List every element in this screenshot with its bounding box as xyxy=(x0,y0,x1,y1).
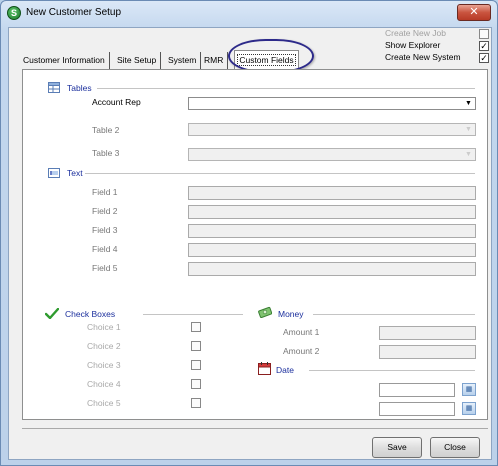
tables-divider xyxy=(97,88,475,89)
choice-1-label: Choice 1 xyxy=(87,322,121,332)
show-explorer-checkbox[interactable]: ✓ xyxy=(479,41,489,51)
date-1-input[interactable] xyxy=(379,383,455,397)
tab-rmr[interactable]: RMR xyxy=(200,52,229,69)
table-3-label: Table 3 xyxy=(92,148,120,158)
date-section-title: Date xyxy=(276,365,294,375)
tab-system[interactable]: System xyxy=(164,52,202,69)
textbox-icon xyxy=(48,168,60,180)
choice-2-checkbox[interactable] xyxy=(191,341,201,351)
close-window-button[interactable]: ✕ xyxy=(457,4,491,21)
money-icon xyxy=(258,306,273,320)
field-5-label: Field 5 xyxy=(92,263,118,273)
amount-2-label: Amount 2 xyxy=(283,346,320,356)
choice-4-label: Choice 4 xyxy=(87,379,121,389)
date-divider xyxy=(309,370,475,371)
dialog-client-area: Create New Job Show Explorer ✓ Create Ne… xyxy=(8,27,492,460)
choice-3-label: Choice 3 xyxy=(87,360,121,370)
choice-1-checkbox[interactable] xyxy=(191,322,201,332)
chevron-down-icon: ▼ xyxy=(465,126,472,133)
field-3-input[interactable] xyxy=(188,224,476,238)
date-2-picker-button[interactable]: ▦ xyxy=(462,402,476,415)
window-title: New Customer Setup xyxy=(26,7,122,18)
text-divider xyxy=(85,173,475,174)
custom-fields-panel: Tables Account Rep ▼ Table 2 ▼ Table 3 ▼ xyxy=(22,69,488,420)
calendar-icon xyxy=(258,362,271,377)
field-5-input[interactable] xyxy=(188,262,476,276)
check-boxes-divider xyxy=(143,314,243,315)
field-4-input[interactable] xyxy=(188,243,476,257)
money-divider xyxy=(313,314,475,315)
money-section-title: Money xyxy=(278,309,304,319)
close-button[interactable]: Close xyxy=(430,437,480,458)
footer-divider xyxy=(22,428,488,429)
choice-5-checkbox[interactable] xyxy=(191,398,201,408)
field-2-input[interactable] xyxy=(188,205,476,219)
date-2-input[interactable] xyxy=(379,402,455,416)
show-explorer-label: Show Explorer xyxy=(385,40,441,50)
choice-5-label: Choice 5 xyxy=(87,398,121,408)
field-2-label: Field 2 xyxy=(92,206,118,216)
tab-highlight-annotation xyxy=(228,39,314,73)
account-rep-label: Account Rep xyxy=(92,97,141,107)
choice-2-label: Choice 2 xyxy=(87,341,121,351)
check-boxes-section-title: Check Boxes xyxy=(65,309,116,319)
chevron-down-icon: ▼ xyxy=(465,100,472,107)
tab-customer-information[interactable]: Customer Information xyxy=(19,52,110,69)
field-3-label: Field 3 xyxy=(92,225,118,235)
create-new-system-label: Create New System xyxy=(385,52,461,62)
field-1-input[interactable] xyxy=(188,186,476,200)
amount-1-label: Amount 1 xyxy=(283,327,320,337)
title-bar[interactable]: S New Customer Setup ✕ xyxy=(1,1,497,27)
create-new-job-label: Create New Job xyxy=(385,28,446,38)
tab-site-setup[interactable]: Site Setup xyxy=(113,52,162,69)
amount-1-input[interactable] xyxy=(379,326,476,340)
field-1-label: Field 1 xyxy=(92,187,118,197)
text-section-title: Text xyxy=(67,168,83,178)
checkmark-icon xyxy=(44,307,60,321)
new-customer-setup-window: S New Customer Setup ✕ Create New Job Sh… xyxy=(0,0,498,466)
field-4-label: Field 4 xyxy=(92,244,118,254)
date-1-picker-button[interactable]: ▦ xyxy=(462,383,476,396)
create-new-system-checkbox[interactable]: ✓ xyxy=(479,53,489,63)
chevron-down-icon: ▼ xyxy=(465,151,472,158)
table-2-dropdown[interactable]: ▼ xyxy=(188,123,476,136)
choice-3-checkbox[interactable] xyxy=(191,360,201,370)
table-icon xyxy=(48,82,60,95)
save-button[interactable]: Save xyxy=(372,437,422,458)
account-rep-dropdown[interactable]: ▼ xyxy=(188,97,476,110)
app-logo-icon: S xyxy=(7,6,21,20)
choice-4-checkbox[interactable] xyxy=(191,379,201,389)
tables-section-title: Tables xyxy=(67,83,92,93)
create-new-job-checkbox[interactable] xyxy=(479,29,489,39)
table-3-dropdown[interactable]: ▼ xyxy=(188,148,476,161)
table-2-label: Table 2 xyxy=(92,125,120,135)
amount-2-input[interactable] xyxy=(379,345,476,359)
